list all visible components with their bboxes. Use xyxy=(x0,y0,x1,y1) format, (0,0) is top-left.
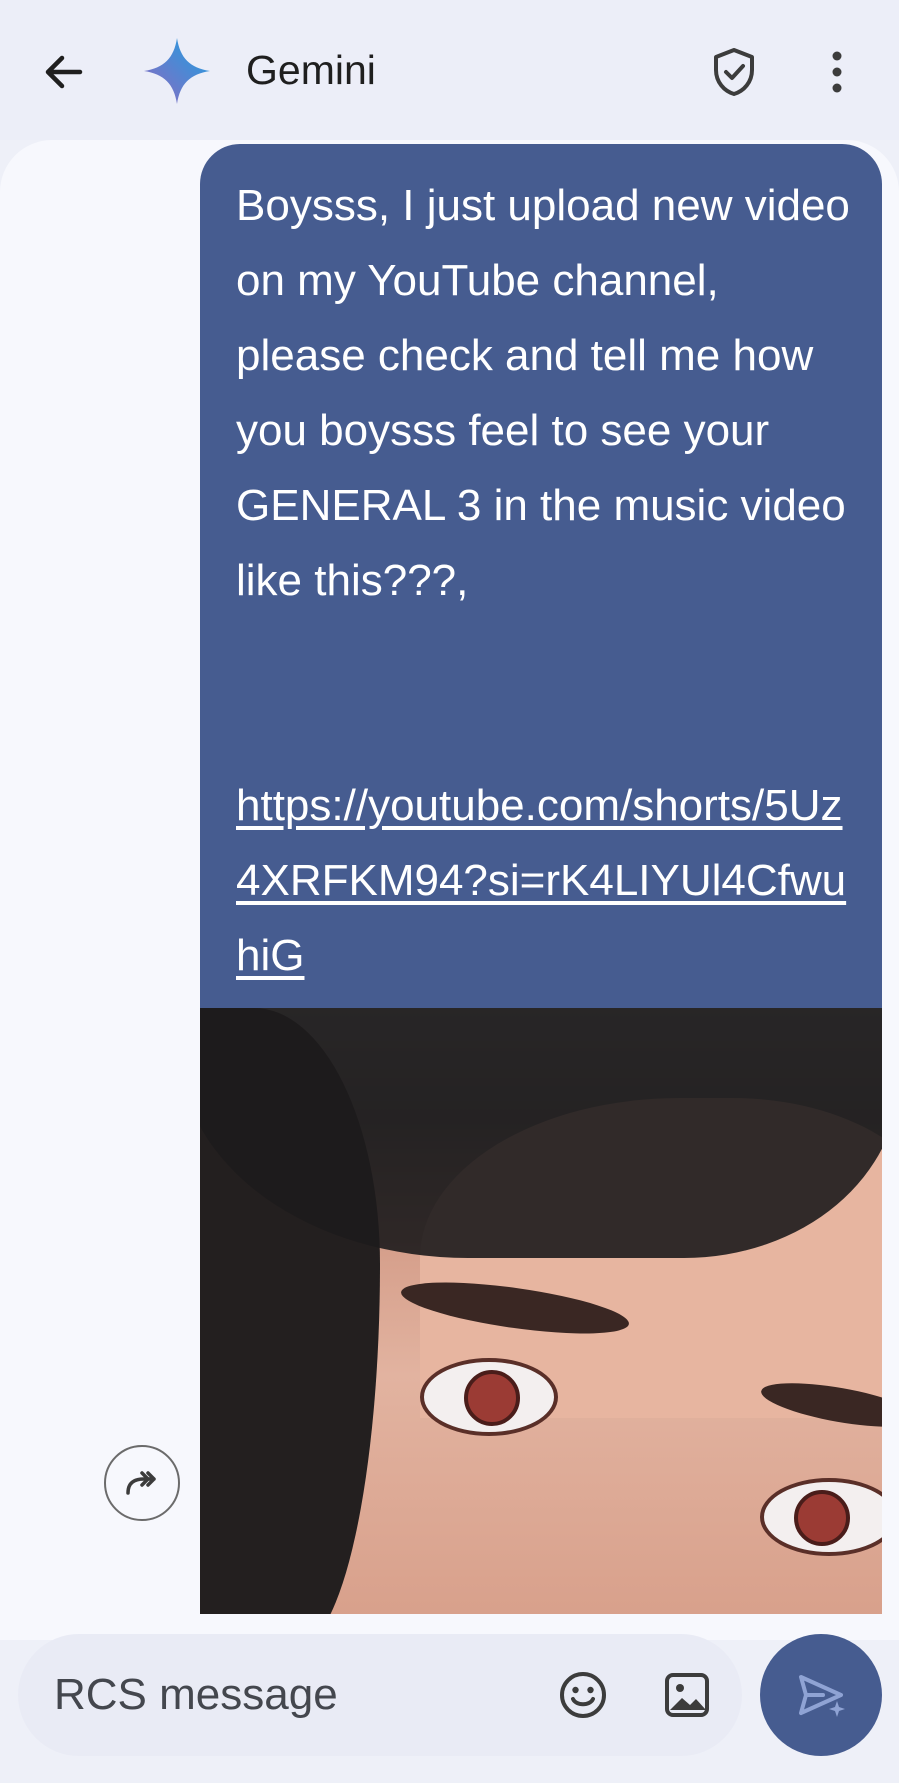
preview-eye xyxy=(420,1358,558,1436)
forward-button[interactable] xyxy=(104,1445,180,1521)
app-bar: Gemini xyxy=(0,0,899,140)
more-vert-icon[interactable] xyxy=(812,44,862,100)
message-input[interactable]: RCS message xyxy=(54,1634,338,1756)
link-preview-image[interactable] xyxy=(200,1008,882,1614)
send-button[interactable] xyxy=(760,1634,882,1756)
message-composer[interactable]: RCS message xyxy=(18,1634,742,1756)
preview-iris xyxy=(464,1370,520,1426)
message-link[interactable]: https://youtube.com/shorts/5Uz4XRFKM94?s… xyxy=(236,768,856,993)
preview-hair-top xyxy=(200,1008,882,1258)
send-icon xyxy=(793,1667,849,1723)
preview-iris xyxy=(794,1490,850,1546)
gemini-sparkle-icon xyxy=(140,34,214,108)
image-icon[interactable] xyxy=(662,1670,712,1720)
message-text: Boysss, I just upload new video on my Yo… xyxy=(236,181,863,605)
shield-check-icon[interactable] xyxy=(706,44,762,100)
forward-icon xyxy=(120,1461,164,1505)
page-title: Gemini xyxy=(246,47,376,93)
emoji-icon[interactable] xyxy=(556,1668,610,1722)
conversation-area[interactable]: Boysss, I just upload new video on my Yo… xyxy=(0,140,899,1640)
message-bubble[interactable]: Boysss, I just upload new video on my Yo… xyxy=(200,144,882,1614)
preview-eye xyxy=(760,1478,882,1556)
back-arrow-icon[interactable] xyxy=(36,44,92,100)
